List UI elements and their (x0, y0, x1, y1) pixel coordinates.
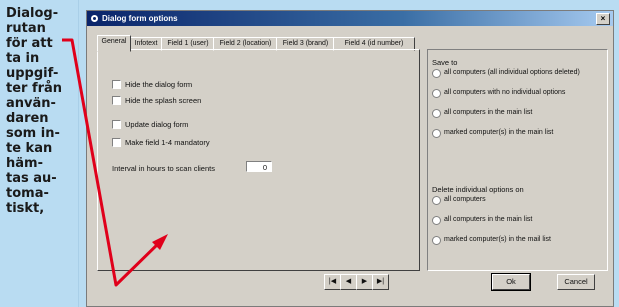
dialog-window: Dialog form options × General Infotext F… (86, 10, 614, 307)
tab-general[interactable]: General (97, 35, 131, 52)
first-record-button[interactable]: |◀ (324, 274, 341, 290)
radio-button[interactable] (432, 129, 441, 138)
radio-label: all computers with no individual options (444, 89, 566, 96)
hide-splash-checkbox[interactable] (112, 96, 121, 105)
update-dialog-checkbox[interactable] (112, 120, 121, 129)
hide-dialog-label: Hide the dialog form (125, 80, 193, 89)
previous-record-button[interactable]: ◀ (340, 274, 357, 290)
radio-button[interactable] (432, 69, 441, 78)
radio-label: all computers (all individual options de… (444, 69, 580, 76)
window-title: Dialog form options (102, 14, 178, 23)
save-to-title: Save to (432, 58, 458, 67)
mandatory-fields-label: Make field 1-4 mandatory (125, 138, 210, 147)
radio-button[interactable] (432, 216, 441, 225)
save-options-panel: Save to all computers (all individual op… (427, 49, 608, 271)
hide-dialog-checkbox[interactable] (112, 80, 121, 89)
radio-label: all computers in the main list (444, 109, 533, 116)
hide-splash-label: Hide the splash screen (125, 96, 202, 105)
last-record-button[interactable]: ▶| (372, 274, 389, 290)
radio-label: marked computer(s) in the mail list (444, 236, 551, 243)
radio-button[interactable] (432, 109, 441, 118)
title-bar: Dialog form options × (87, 11, 613, 26)
caption-panel: Dialog- rutan för att ta in uppgif- ter … (0, 0, 79, 307)
next-record-button[interactable]: ▶ (356, 274, 373, 290)
radio-button[interactable] (432, 89, 441, 98)
radio-button[interactable] (432, 236, 441, 245)
radio-label: all computers (444, 196, 486, 203)
cancel-button[interactable]: Cancel (557, 274, 595, 290)
general-tab-panel: Hide the dialog form Hide the splash scr… (97, 49, 420, 271)
mandatory-fields-checkbox[interactable] (112, 138, 121, 147)
interval-label: Interval in hours to scan clients (112, 164, 215, 173)
radio-label: marked computer(s) in the main list (444, 129, 554, 136)
delete-options-title: Delete individual options on (432, 185, 524, 194)
update-dialog-label: Update dialog form (125, 120, 189, 129)
radio-label: all computers in the main list (444, 216, 533, 223)
close-button[interactable]: × (596, 13, 610, 25)
interval-input[interactable]: 0 (246, 161, 272, 172)
ok-button[interactable]: Ok (491, 273, 531, 291)
radio-button[interactable] (432, 196, 441, 205)
caption-text: Dialog- rutan för att ta in uppgif- ter … (6, 6, 63, 216)
app-icon (91, 15, 98, 22)
